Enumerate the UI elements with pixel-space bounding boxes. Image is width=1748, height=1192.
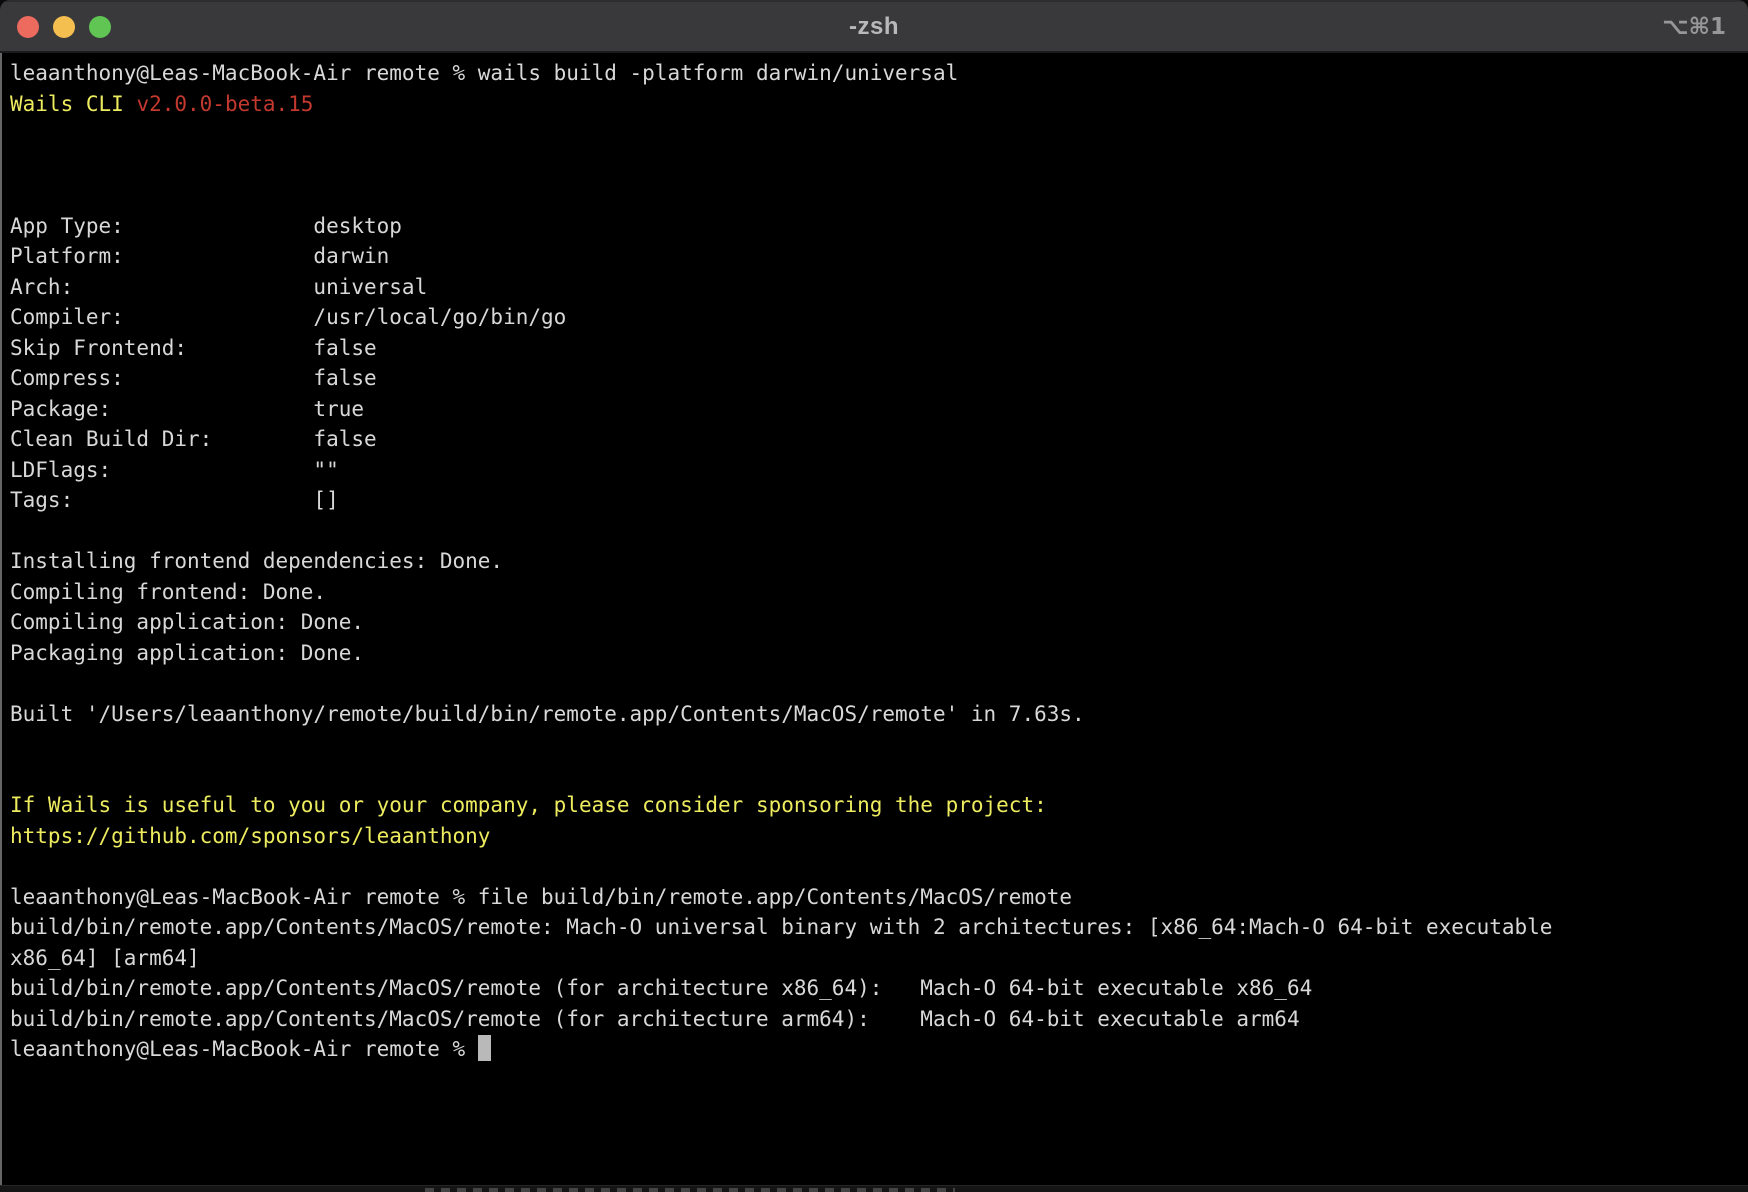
terminal-text-segment: Clean Build Dir: false: [10, 427, 377, 451]
terminal-text-segment: Compiling frontend: Done.: [10, 580, 326, 604]
terminal-text-segment: Wails CLI: [10, 92, 136, 116]
terminal-line: leaanthony@Leas-MacBook-Air remote %: [10, 1034, 1748, 1065]
terminal-line: build/bin/remote.app/Contents/MacOS/remo…: [10, 973, 1748, 1004]
terminal-line: [10, 150, 1748, 181]
terminal-text-segment: v2.0.0-beta.15: [136, 92, 313, 116]
terminal-line: Package: true: [10, 394, 1748, 425]
terminal-line: Packaging application: Done.: [10, 638, 1748, 669]
terminal-line: [10, 668, 1748, 699]
terminal-text-segment: Installing frontend dependencies: Done.: [10, 549, 503, 573]
terminal-text-segment: leaanthony@Leas-MacBook-Air remote % fil…: [10, 885, 1072, 909]
terminal-window: -zsh ⌥⌘1 leaanthony@Leas-MacBook-Air rem…: [0, 0, 1748, 1192]
terminal-line: Compiler: /usr/local/go/bin/go: [10, 302, 1748, 333]
terminal-text-segment: Compiling application: Done.: [10, 610, 364, 634]
terminal-line: Platform: darwin: [10, 241, 1748, 272]
terminal-line: Skip Frontend: false: [10, 333, 1748, 364]
titlebar[interactable]: -zsh ⌥⌘1: [0, 0, 1748, 53]
terminal-line: Installing frontend dependencies: Done.: [10, 546, 1748, 577]
terminal-line: x86_64] [arm64]: [10, 943, 1748, 974]
terminal-line: leaanthony@Leas-MacBook-Air remote % fil…: [10, 882, 1748, 913]
terminal-line: [10, 760, 1748, 791]
terminal-text-segment: LDFlags: "": [10, 458, 339, 482]
terminal-line: Built '/Users/leaanthony/remote/build/bi…: [10, 699, 1748, 730]
terminal-line: [10, 851, 1748, 882]
terminal-text-segment: Built '/Users/leaanthony/remote/build/bi…: [10, 702, 1085, 726]
terminal-cursor: [478, 1035, 491, 1061]
terminal-line: build/bin/remote.app/Contents/MacOS/remo…: [10, 1004, 1748, 1035]
window-shortcut-badge: ⌥⌘1: [1662, 2, 1726, 51]
terminal-line: [10, 180, 1748, 211]
terminal-line: Compress: false: [10, 363, 1748, 394]
terminal-line: LDFlags: "": [10, 455, 1748, 486]
terminal-text-segment: Platform: darwin: [10, 244, 389, 268]
terminal-text-segment: build/bin/remote.app/Contents/MacOS/remo…: [10, 915, 1552, 939]
terminal-text-segment: https://github.com/sponsors/leaanthony: [10, 824, 490, 848]
terminal-line: Compiling frontend: Done.: [10, 577, 1748, 608]
terminal-text-segment: leaanthony@Leas-MacBook-Air remote %: [10, 1037, 478, 1061]
terminal-text-segment: Compiler: /usr/local/go/bin/go: [10, 305, 566, 329]
terminal-line: https://github.com/sponsors/leaanthony: [10, 821, 1748, 852]
terminal-text-segment: Skip Frontend: false: [10, 336, 377, 360]
terminal-line: leaanthony@Leas-MacBook-Air remote % wai…: [10, 58, 1748, 89]
terminal-content[interactable]: leaanthony@Leas-MacBook-Air remote % wai…: [0, 53, 1748, 1185]
terminal-text-segment: Arch: universal: [10, 275, 427, 299]
terminal-text-segment: Compress: false: [10, 366, 377, 390]
terminal-line: [10, 119, 1748, 150]
terminal-text-segment: leaanthony@Leas-MacBook-Air remote % wai…: [10, 61, 958, 85]
terminal-line: Wails CLI v2.0.0-beta.15: [10, 89, 1748, 120]
terminal-text-segment: Packaging application: Done.: [10, 641, 364, 665]
terminal-line: [10, 516, 1748, 547]
terminal-line: [10, 729, 1748, 760]
terminal-line: Tags: []: [10, 485, 1748, 516]
background-window-sliver: [0, 1185, 1748, 1192]
terminal-text-segment: If Wails is useful to you or your compan…: [10, 793, 1047, 817]
terminal-text-segment: Package: true: [10, 397, 364, 421]
terminal-text-segment: App Type: desktop: [10, 214, 402, 238]
terminal-line: App Type: desktop: [10, 211, 1748, 242]
terminal-line: build/bin/remote.app/Contents/MacOS/remo…: [10, 912, 1748, 943]
terminal-line: Clean Build Dir: false: [10, 424, 1748, 455]
background-window-text-sliver: [425, 1188, 955, 1192]
terminal-text-segment: build/bin/remote.app/Contents/MacOS/remo…: [10, 1007, 1300, 1031]
terminal-text-segment: x86_64] [arm64]: [10, 946, 200, 970]
terminal-line: If Wails is useful to you or your compan…: [10, 790, 1748, 821]
terminal-text-segment: Tags: []: [10, 488, 339, 512]
terminal-line: Arch: universal: [10, 272, 1748, 303]
terminal-line: Compiling application: Done.: [10, 607, 1748, 638]
terminal-text-segment: build/bin/remote.app/Contents/MacOS/remo…: [10, 976, 1312, 1000]
window-title: -zsh: [0, 2, 1748, 51]
